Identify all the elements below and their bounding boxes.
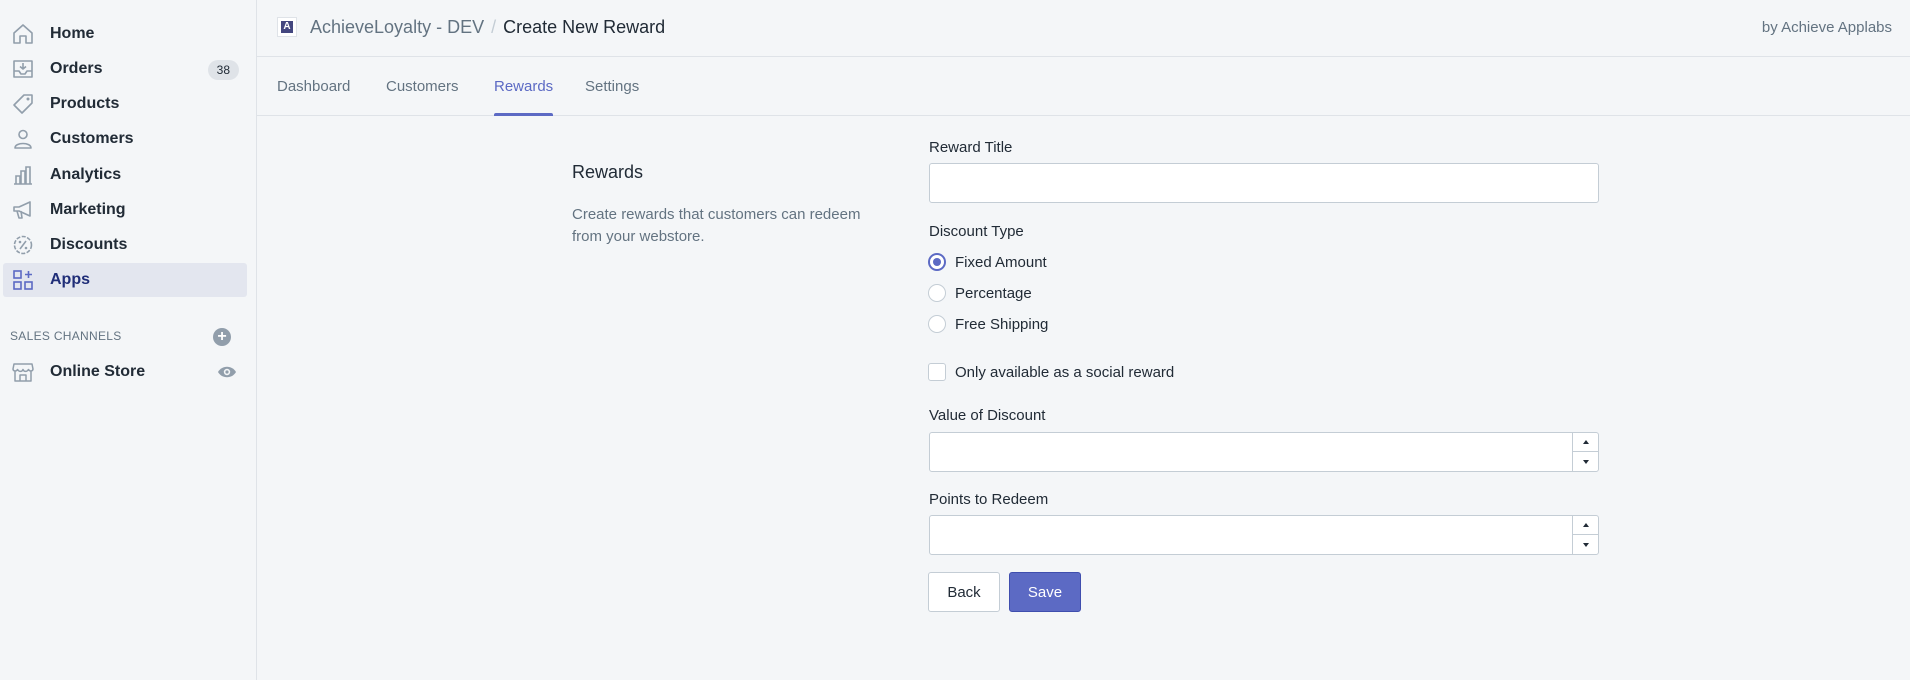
sidebar-item-marketing[interactable]: Marketing xyxy=(3,193,247,227)
eye-icon[interactable] xyxy=(217,364,237,380)
breadcrumb-separator: / xyxy=(491,17,497,37)
sidebar-item-customers[interactable]: Customers xyxy=(3,122,247,156)
decrement-button[interactable] xyxy=(1573,452,1598,471)
sidebar-item-label: Home xyxy=(50,25,95,42)
radio-button[interactable] xyxy=(928,284,946,302)
orders-count-badge: 38 xyxy=(207,60,239,80)
decrement-button[interactable] xyxy=(1573,535,1598,554)
social-reward-option[interactable]: Only available as a social reward xyxy=(928,361,1174,383)
breadcrumb: AchieveLoyalty - DEV / Create New Reward xyxy=(310,17,665,38)
points-to-redeem-stepper xyxy=(1572,516,1598,554)
page-title: Create New Reward xyxy=(503,17,666,37)
home-icon xyxy=(11,23,35,45)
sidebar-item-discounts[interactable]: Discounts xyxy=(3,228,247,262)
sidebar-item-label: Customers xyxy=(50,130,134,147)
app-logo-letter: A xyxy=(281,21,293,33)
add-sales-channel-button[interactable]: + xyxy=(213,328,231,346)
points-to-redeem-label: Points to Redeem xyxy=(929,491,1049,508)
sidebar-item-home[interactable]: Home xyxy=(3,17,247,51)
radio-button[interactable] xyxy=(928,253,946,271)
tag-icon xyxy=(11,93,35,115)
radio-button[interactable] xyxy=(928,315,946,333)
radio-free-shipping[interactable]: Free Shipping xyxy=(928,313,1048,335)
arrow-down-icon xyxy=(1582,459,1589,464)
sidebar-item-analytics[interactable]: Analytics xyxy=(3,158,247,192)
megaphone-icon xyxy=(11,199,35,221)
radio-label: Fixed Amount xyxy=(955,253,1047,271)
sidebar-item-online-store[interactable]: Online Store xyxy=(3,355,247,389)
radio-percentage[interactable]: Percentage xyxy=(928,282,1032,304)
sidebar-item-label: Apps xyxy=(50,271,90,288)
sidebar-item-label: Online Store xyxy=(50,363,146,380)
person-icon xyxy=(11,128,35,150)
radio-label: Percentage xyxy=(955,284,1032,302)
radio-label: Free Shipping xyxy=(955,315,1049,333)
value-of-discount-input[interactable] xyxy=(930,433,1573,471)
points-to-redeem-field xyxy=(929,515,1599,555)
back-button[interactable]: Back xyxy=(928,572,1000,612)
discount-icon xyxy=(11,234,35,256)
app-tabs: Dashboard Customers Rewards Settings xyxy=(257,58,1910,116)
sidebar-item-orders[interactable]: Orders 38 xyxy=(3,52,247,86)
value-of-discount-field xyxy=(929,432,1599,472)
arrow-up-icon xyxy=(1582,440,1589,444)
app-header: A AchieveLoyalty - DEV / Create New Rewa… xyxy=(257,0,1910,57)
arrow-up-icon xyxy=(1582,523,1589,527)
increment-button[interactable] xyxy=(1573,516,1598,535)
store-icon xyxy=(11,361,35,383)
value-of-discount-label: Value of Discount xyxy=(929,407,1046,424)
sidebar-item-label: Marketing xyxy=(50,201,126,218)
section-title: Rewards xyxy=(572,162,644,182)
social-reward-checkbox[interactable] xyxy=(928,363,946,381)
developer-byline: by Achieve Applabs xyxy=(1761,19,1892,36)
reward-title-label: Reward Title xyxy=(929,139,1013,156)
section-description: Create rewards that customers can redeem… xyxy=(572,206,861,245)
sidebar: Home Orders 38 Products Customers Analyt… xyxy=(0,0,257,680)
tab-dashboard[interactable]: Dashboard xyxy=(277,78,350,116)
sidebar-item-label: Discounts xyxy=(50,236,128,253)
reward-title-input[interactable] xyxy=(929,163,1599,203)
sidebar-item-label: Orders xyxy=(50,60,103,77)
app-logo: A xyxy=(277,17,297,37)
arrow-down-icon xyxy=(1582,542,1589,547)
breadcrumb-app-name[interactable]: AchieveLoyalty - DEV xyxy=(310,17,484,38)
tab-customers[interactable]: Customers xyxy=(386,78,459,116)
orders-icon xyxy=(11,58,35,80)
value-of-discount-stepper xyxy=(1572,433,1598,471)
save-button[interactable]: Save xyxy=(1009,572,1081,612)
points-to-redeem-input[interactable] xyxy=(930,516,1573,554)
increment-button[interactable] xyxy=(1573,433,1598,452)
sidebar-item-label: Products xyxy=(50,95,120,112)
bar-chart-icon xyxy=(11,164,35,186)
sidebar-item-products[interactable]: Products xyxy=(3,87,247,121)
apps-icon xyxy=(11,269,35,291)
tab-rewards[interactable]: Rewards xyxy=(494,78,554,116)
sidebar-item-label: Analytics xyxy=(50,166,122,183)
sidebar-item-apps[interactable]: Apps xyxy=(3,263,247,297)
discount-type-label: Discount Type xyxy=(929,223,1024,240)
tab-settings[interactable]: Settings xyxy=(585,78,639,116)
sales-channels-heading: SALES CHANNELS xyxy=(10,329,122,343)
radio-fixed-amount[interactable]: Fixed Amount xyxy=(928,251,1047,273)
social-reward-label: Only available as a social reward xyxy=(955,363,1175,381)
